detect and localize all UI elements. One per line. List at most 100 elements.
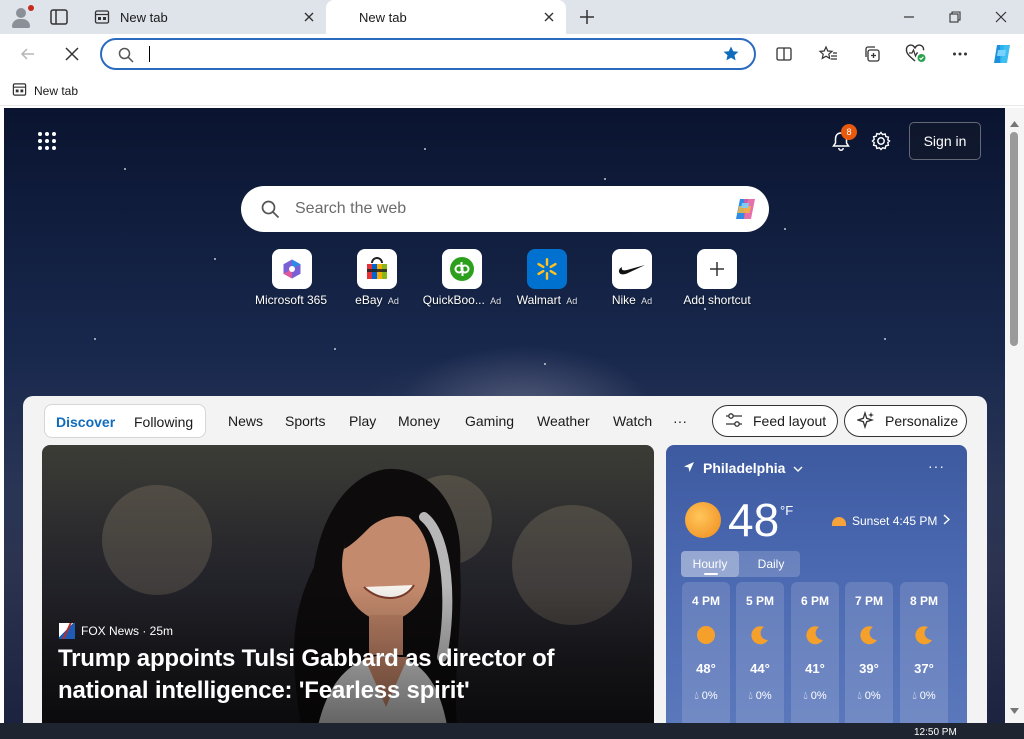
article-headline[interactable]: Trump appoints Tulsi Gabbard as director…: [58, 643, 648, 707]
sunset-info[interactable]: Sunset 4:45 PM: [832, 514, 951, 528]
ebay-bag-icon: [357, 249, 397, 289]
weather-more-options-icon[interactable]: ···: [928, 458, 945, 474]
nav-news[interactable]: News: [228, 413, 263, 429]
fox-news-logo-icon: [59, 623, 75, 639]
new-tab-page-icon: [12, 82, 27, 100]
tab-title: New tab: [359, 10, 407, 25]
forecast-time: 4 PM: [691, 594, 720, 608]
shortcut-walmart[interactable]: Walmart Ad: [505, 249, 589, 307]
raindrop-icon: 💧︎: [694, 690, 699, 702]
shortcut-add[interactable]: Add shortcut: [675, 249, 759, 307]
forecast-time: 5 PM: [745, 594, 774, 608]
tab-actions-icon[interactable]: [49, 8, 69, 26]
address-bar[interactable]: [100, 38, 756, 70]
forecast-temp: 48°: [696, 661, 716, 676]
tab-title: New tab: [120, 10, 168, 25]
web-search-box[interactable]: [241, 186, 769, 232]
star-decoration: [544, 363, 546, 365]
stop-loading-icon[interactable]: [60, 42, 84, 66]
back-arrow-icon[interactable]: [16, 42, 40, 66]
daily-tab[interactable]: Daily: [743, 551, 799, 577]
scrollbar-thumb[interactable]: [1010, 132, 1018, 346]
star-decoration: [124, 168, 126, 170]
tab-new-tab-2[interactable]: New tab: [326, 0, 566, 34]
scroll-down-arrow-icon[interactable]: [1010, 701, 1019, 719]
profile-avatar-icon[interactable]: [8, 5, 34, 29]
moon-icon: [915, 626, 932, 645]
current-temperature: 48: [728, 494, 780, 546]
nav-watch[interactable]: Watch: [613, 413, 652, 429]
apps-launcher-icon[interactable]: [38, 132, 58, 150]
shortcut-nike[interactable]: Nike Ad: [590, 249, 674, 307]
personalize-button[interactable]: Personalize: [844, 405, 967, 437]
walmart-spark-icon: [527, 249, 567, 289]
hourly-forecast-item[interactable]: 5 PM 44° 💧︎ 0%: [736, 582, 784, 723]
raindrop-icon: 💧︎: [912, 690, 917, 702]
forecast-precip: 💧︎ 0%: [736, 690, 784, 703]
star-decoration: [214, 258, 216, 260]
hero-article-card[interactable]: FOX News · 25m Trump appoints Tulsi Gabb…: [42, 445, 654, 723]
nav-play[interactable]: Play: [349, 413, 376, 429]
hourly-forecast-item[interactable]: 8 PM 37° 💧︎ 0%: [900, 582, 948, 723]
weather-location[interactable]: Philadelphia: [683, 460, 803, 476]
nav-more[interactable]: ···: [673, 413, 687, 429]
web-search-input[interactable]: [295, 198, 715, 220]
favorite-item-new-tab[interactable]: New tab: [12, 82, 78, 100]
nav-money[interactable]: Money: [398, 413, 440, 429]
close-tab-icon[interactable]: [542, 10, 556, 24]
collections-icon[interactable]: [860, 42, 884, 66]
personalize-label: Personalize: [885, 413, 959, 429]
raindrop-icon: 💧︎: [857, 690, 862, 702]
nav-weather[interactable]: Weather: [537, 413, 590, 429]
new-tab-page: 8 Sign in Microsoft 365 eBay Ad QuickBoo…: [4, 108, 1005, 723]
tab-new-tab-1[interactable]: New tab: [84, 0, 326, 34]
copilot-icon[interactable]: [731, 194, 761, 224]
hourly-tab[interactable]: Hourly: [681, 551, 739, 577]
feed-layout-button[interactable]: Feed layout: [712, 405, 838, 437]
star-decoration: [704, 308, 706, 310]
forecast-temp: 44°: [750, 661, 770, 676]
sunset-time: Sunset 4:45 PM: [852, 514, 938, 528]
more-options-icon[interactable]: [948, 42, 972, 66]
address-input[interactable]: [154, 43, 714, 65]
sign-in-button[interactable]: Sign in: [909, 122, 981, 160]
shortcut-ebay[interactable]: eBay Ad: [335, 249, 419, 307]
scroll-up-arrow-icon[interactable]: [1010, 114, 1019, 132]
new-tab-plus-icon[interactable]: [578, 8, 596, 26]
news-feed: Discover Following News Sports Play Mone…: [23, 396, 987, 723]
favorites-bar: New tab: [0, 74, 1024, 106]
temperature-unit[interactable]: °F: [780, 503, 793, 518]
precip-value: 0%: [810, 690, 827, 702]
tab-discover[interactable]: Discover: [56, 414, 115, 430]
tab-following[interactable]: Following: [134, 414, 193, 430]
favorite-star-icon[interactable]: [722, 45, 740, 68]
restore-icon[interactable]: [932, 0, 978, 34]
shortcut-label: Walmart: [516, 293, 561, 307]
minimize-icon[interactable]: [886, 0, 932, 34]
weather-card[interactable]: Philadelphia ··· 48 °F Sunset 4:45 PM Ho…: [666, 445, 967, 723]
close-tab-icon[interactable]: [302, 10, 316, 24]
forecast-time: 7 PM: [854, 594, 883, 608]
location-arrow-icon: [683, 460, 695, 476]
shortcut-microsoft-365[interactable]: Microsoft 365: [250, 249, 334, 307]
hourly-forecast-item[interactable]: 4 PM 48° 💧︎ 0%: [682, 582, 730, 723]
taskbar-clock[interactable]: 12:50 PM: [914, 727, 957, 738]
hourly-forecast-item[interactable]: 6 PM 41° 💧︎ 0%: [791, 582, 839, 723]
close-window-icon[interactable]: [978, 0, 1024, 34]
hourly-forecast-item[interactable]: 7 PM 39° 💧︎ 0%: [845, 582, 893, 723]
settings-gear-icon[interactable]: [870, 130, 892, 152]
copilot-icon[interactable]: [990, 42, 1014, 66]
precip-value: 0%: [919, 690, 936, 702]
favorites-icon[interactable]: [816, 42, 840, 66]
forecast-precip: 💧︎ 0%: [845, 690, 893, 703]
sunset-icon: [832, 516, 846, 526]
feed-segment-control: Discover Following: [44, 404, 206, 438]
browser-essentials-icon[interactable]: [904, 42, 928, 66]
page-scrollbar[interactable]: [1005, 108, 1024, 723]
shortcut-label: QuickBoo...: [422, 293, 485, 307]
notification-count-badge: 8: [841, 124, 857, 140]
split-screen-icon[interactable]: [772, 42, 796, 66]
shortcut-quickbooks[interactable]: QuickBoo... Ad: [420, 249, 504, 307]
nav-gaming[interactable]: Gaming: [465, 413, 514, 429]
nav-sports[interactable]: Sports: [285, 413, 325, 429]
